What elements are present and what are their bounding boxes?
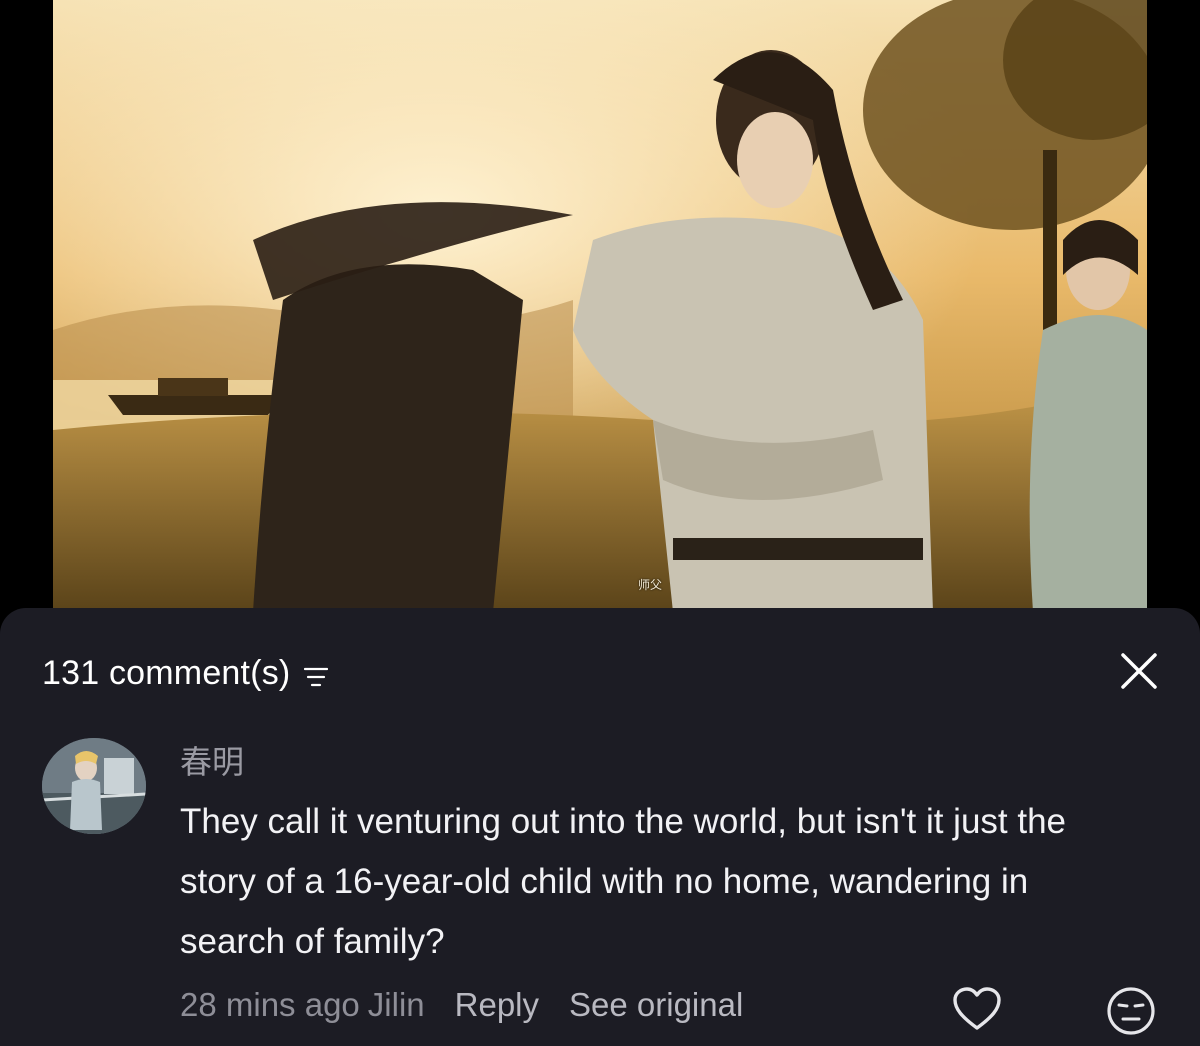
comment-username[interactable]: 春明 (180, 742, 1140, 782)
sort-icon[interactable] (304, 666, 329, 688)
emoji-icon[interactable] (1106, 986, 1156, 1036)
video-subtitle: 师父 (638, 578, 663, 592)
comment-text: They call it venturing out into the worl… (180, 802, 1067, 961)
comment-location: Jilin (367, 986, 425, 1023)
reply-button[interactable]: Reply (455, 986, 539, 1024)
comment-count: 131 comment(s) (42, 654, 291, 692)
comment-body: 春明 They call it venturing out into the w… (180, 738, 1140, 972)
see-original-button[interactable]: See original (569, 986, 743, 1024)
comments-sheet: 131 comment(s) 春明 They call it venturing… (0, 608, 1200, 1046)
comments-header: 131 comment(s) (42, 654, 329, 693)
close-icon[interactable] (1120, 652, 1158, 690)
heart-icon[interactable] (952, 986, 1002, 1032)
comment-meta: 28 mins ago Jilin Reply See original (180, 986, 743, 1024)
video-frame-image (53, 0, 1147, 612)
video-player[interactable]: 师父 (53, 0, 1147, 612)
avatar-image (42, 738, 146, 834)
avatar[interactable] (42, 738, 146, 834)
comment-timestamp: 28 mins ago (180, 986, 360, 1023)
screen: 师父 131 comment(s) 春明 They call it ventur… (0, 0, 1200, 1046)
